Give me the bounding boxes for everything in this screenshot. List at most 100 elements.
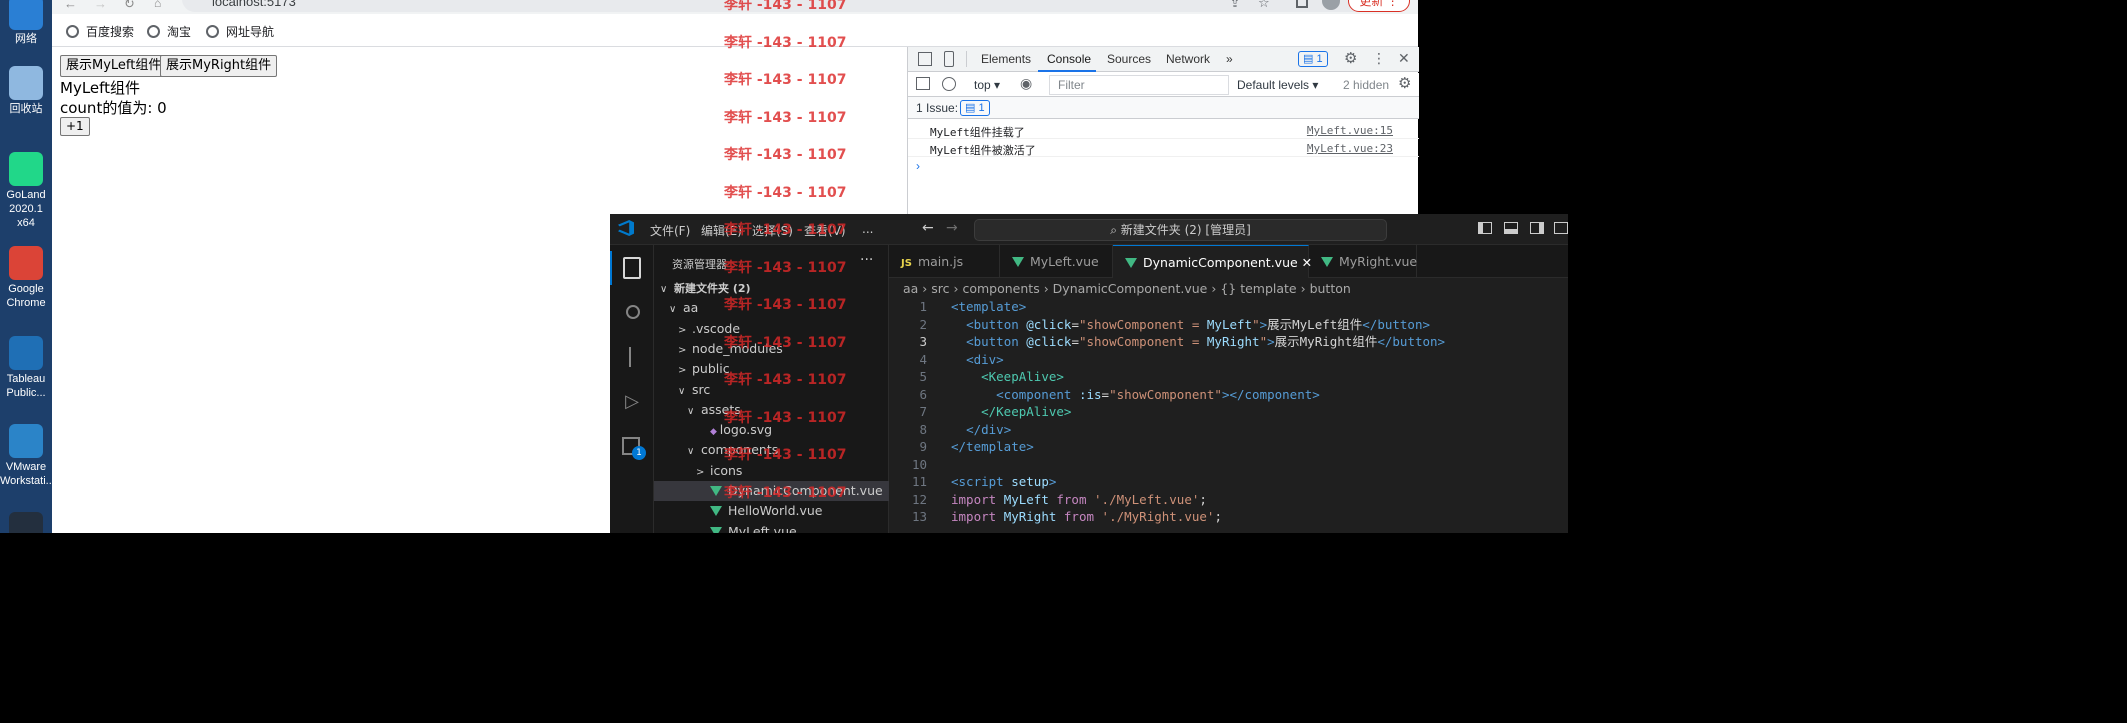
console-settings-icon[interactable]: ⚙ <box>1398 74 1411 92</box>
explorer-icon[interactable] <box>623 257 641 279</box>
menu-file[interactable]: 文件(F) <box>650 222 690 239</box>
address-bar[interactable] <box>182 0 1382 12</box>
desktop-icon[interactable]: Google Chrome <box>0 246 52 310</box>
bookmark-taobao[interactable]: 淘宝 <box>147 23 191 40</box>
forward-icon[interactable]: → <box>94 0 107 11</box>
show-myright-button[interactable]: 展示MyRight组件 <box>160 55 278 77</box>
code-text: <KeepAlive> <box>951 368 1064 386</box>
desktop-icon[interactable]: 网络 <box>0 0 52 46</box>
clear-console-icon[interactable] <box>942 77 956 91</box>
menu-edit[interactable]: 编辑(E) <box>701 222 742 239</box>
filter-input[interactable]: Filter <box>1049 75 1229 95</box>
tree-item[interactable]: ∨ assets <box>654 400 889 420</box>
desktop-icon[interactable]: AWS <box>0 512 52 533</box>
tree-item[interactable]: HelloWorld.vue <box>654 501 889 521</box>
device-icon[interactable] <box>944 51 954 67</box>
customize-layout-icon[interactable] <box>1554 222 1568 234</box>
bookmark-nav[interactable]: 网址导航 <box>206 23 274 40</box>
tree-item[interactable]: > public <box>654 359 889 379</box>
console-message-source[interactable]: MyLeft.vue:15 <box>1307 124 1393 137</box>
settings-icon[interactable]: ⚙ <box>1344 49 1357 67</box>
menu-view[interactable]: 查看(V) <box>804 222 846 239</box>
toggle-panel-icon[interactable] <box>1504 222 1518 234</box>
app-icon <box>9 512 43 533</box>
update-button[interactable]: 更新 ⋮ <box>1348 0 1410 12</box>
nav-forward-icon[interactable]: → <box>946 220 958 236</box>
tree-item[interactable]: DynamicComponent.vue <box>654 481 889 501</box>
toggle-secondary-sidebar-icon[interactable] <box>1530 222 1544 234</box>
tree-item[interactable]: ∨ src <box>654 380 889 400</box>
nav-back-icon[interactable]: ← <box>922 220 934 236</box>
sidepanel-icon[interactable] <box>1296 0 1308 8</box>
code-token: "showComponent = <box>1078 334 1207 349</box>
tree-item[interactable]: > icons <box>654 461 889 481</box>
code-token: 展示MyLeft组件 <box>1267 316 1363 332</box>
desktop-icon[interactable]: 回收站 <box>0 66 52 116</box>
search-view-icon[interactable] <box>620 303 644 327</box>
menu-more[interactable]: ... <box>862 222 873 236</box>
tree-item[interactable]: ∨ 新建文件夹 (2) <box>654 278 889 298</box>
tree-item-label: 新建文件夹 (2) <box>674 282 751 295</box>
app-icon <box>9 424 43 458</box>
tab-sources[interactable]: Sources <box>1107 52 1151 66</box>
desktop-icon[interactable]: VMware Workstati... <box>0 424 52 488</box>
editor-tab[interactable]: JS main.js <box>889 245 1000 278</box>
star-icon[interactable]: ☆ <box>1258 0 1270 11</box>
devtools-panel: Elements Console Sources Network » ▤ 1 ⚙… <box>907 47 1419 215</box>
update-label: 更新 <box>1359 0 1384 8</box>
levels-select[interactable]: Default levels ▾ <box>1237 78 1318 92</box>
tree-item[interactable]: > node_modules <box>654 339 889 359</box>
command-center[interactable]: ⌕ 新建文件夹 (2) [管理员] <box>974 219 1387 241</box>
explorer-more-icon[interactable]: ··· <box>860 252 873 268</box>
tree-item[interactable]: > .vscode <box>654 319 889 339</box>
tree-item[interactable]: ∨ components <box>654 440 889 460</box>
breadcrumb-item[interactable]: {} template <box>1220 281 1296 296</box>
source-control-icon[interactable] <box>620 347 644 371</box>
editor-tab[interactable]: DynamicComponent.vue ✕ <box>1113 245 1312 278</box>
breadcrumb-item[interactable]: src <box>931 281 949 296</box>
desktop-icon[interactable]: GoLand 2020.1 x64 <box>0 152 52 230</box>
editor-tab[interactable]: MyRight.vue <box>1309 245 1417 278</box>
tab-console[interactable]: Console <box>1047 52 1091 66</box>
eye-icon[interactable]: ◉ <box>1020 75 1032 92</box>
breadcrumb-separator: › <box>1207 281 1221 296</box>
console-prompt-icon[interactable]: › <box>916 159 920 173</box>
toggle-sidebar-icon[interactable] <box>1478 222 1492 234</box>
breadcrumb-item[interactable]: aa <box>903 281 918 296</box>
tree-item[interactable]: MyLeft.vue <box>654 522 889 533</box>
explorer-sidebar: 资源管理器 ··· ∨ 新建文件夹 (2) ∨ aa > .vscode > node_mod… <box>654 245 889 533</box>
inspect-icon[interactable] <box>918 52 932 66</box>
close-icon[interactable]: ✕ <box>1398 50 1410 67</box>
share-icon[interactable]: ⇪ <box>1230 0 1240 10</box>
tree-item-label: icons <box>710 462 743 478</box>
bookmark-label: 百度搜索 <box>86 25 135 39</box>
breadcrumb-item[interactable]: button <box>1310 281 1351 296</box>
run-debug-icon[interactable]: ▷ <box>620 391 644 415</box>
console-message: MyLeft组件挂载了 MyLeft.vue:15 <box>908 121 1419 139</box>
tab-elements[interactable]: Elements <box>981 52 1031 66</box>
sidebar-toggle-icon[interactable] <box>916 77 930 90</box>
more-tabs-icon[interactable]: » <box>1226 52 1233 66</box>
home-icon[interactable]: ⌂ <box>154 0 161 10</box>
increment-button[interactable]: +1 <box>60 117 90 136</box>
bookmark-baidu[interactable]: 百度搜索 <box>66 23 134 40</box>
menu-selection[interactable]: 选择(S) <box>752 222 793 239</box>
tree-item[interactable]: ◆ logo.svg <box>654 420 889 440</box>
editor-tab-label: MyRight.vue <box>1339 254 1418 269</box>
show-myleft-button[interactable]: 展示MyLeft组件 <box>60 55 168 77</box>
chevron-icon: ∨ <box>678 385 686 397</box>
issues-badge-button[interactable]: ▤ 1 <box>1298 51 1328 67</box>
desktop-icon[interactable]: Tableau Public... <box>0 336 52 400</box>
breadcrumb-item[interactable]: DynamicComponent.vue <box>1053 281 1208 296</box>
editor-tab[interactable]: MyLeft.vue <box>1000 245 1113 278</box>
issues-bar[interactable]: 1 Issue: ▤ 1 <box>908 97 1419 119</box>
console-message-source[interactable]: MyLeft.vue:23 <box>1307 142 1393 155</box>
reload-icon[interactable]: ↻ <box>124 0 135 12</box>
kebab-menu-icon[interactable]: ⋮ <box>1372 50 1386 67</box>
breadcrumb-item[interactable]: components <box>962 281 1039 296</box>
tree-item[interactable]: ∨ aa <box>654 298 889 318</box>
back-icon[interactable]: ← <box>64 0 77 11</box>
tab-network[interactable]: Network <box>1166 52 1210 66</box>
code-line: 7 </KeepAlive> <box>889 403 1568 421</box>
context-select[interactable]: top ▾ <box>974 78 1000 92</box>
